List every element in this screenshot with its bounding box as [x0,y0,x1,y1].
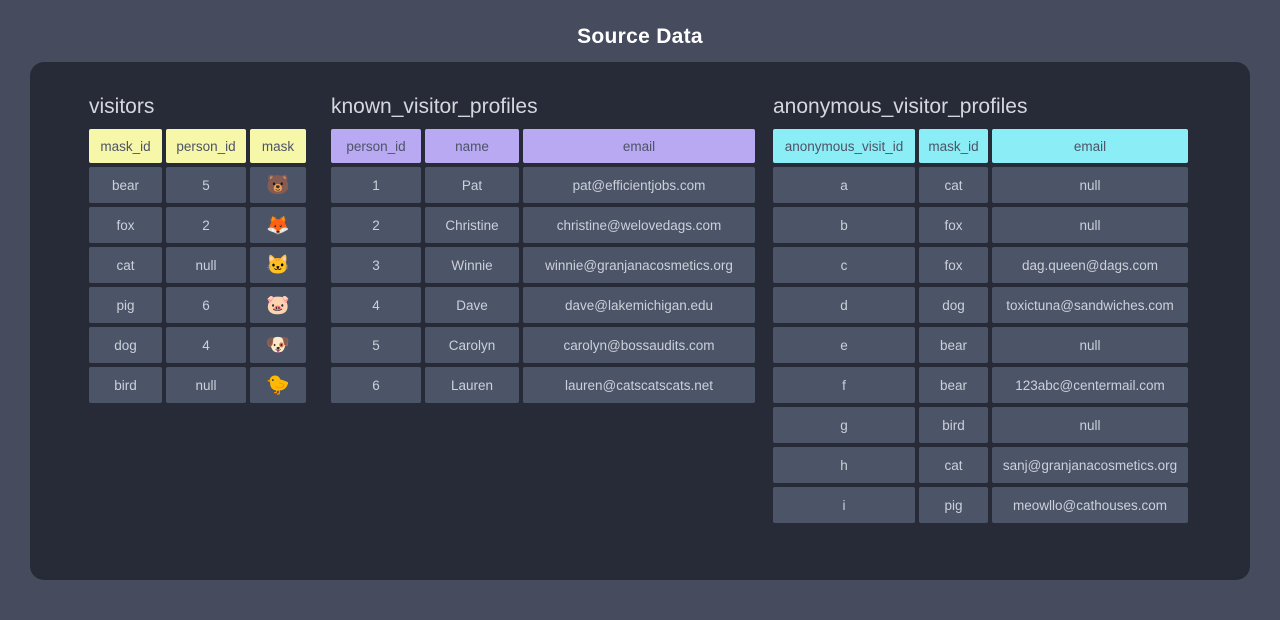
column-header-person_id: person_id [166,129,246,163]
table-cell: Christine [425,207,519,243]
page-title: Source Data [0,25,1280,49]
column-header-email: email [992,129,1188,163]
table-cell: bear [919,367,988,403]
table-cell: f [773,367,915,403]
table-cell: Carolyn [425,327,519,363]
column-header-mask: mask [250,129,306,163]
table-cell: d [773,287,915,323]
table-cell: h [773,447,915,483]
table-cell: a [773,167,915,203]
table-cell: pig [89,287,162,323]
table-cell: 🐻 [250,167,306,203]
table-cell: bird [919,407,988,443]
table-cell: lauren@catscatscats.net [523,367,755,403]
table-cell: meowllo@cathouses.com [992,487,1188,523]
table-cell: null [992,327,1188,363]
table-cell: carolyn@bossaudits.com [523,327,755,363]
table-cell: christine@welovedags.com [523,207,755,243]
table-cell: fox [919,207,988,243]
table-cell: sanj@granjanacosmetics.org [992,447,1188,483]
table-cell: dog [89,327,162,363]
table-cell: c [773,247,915,283]
table-cell: 4 [166,327,246,363]
table-cell: 6 [331,367,421,403]
table-cell: bear [919,327,988,363]
table-cell: 🐱 [250,247,306,283]
table-cell: pat@efficientjobs.com [523,167,755,203]
table-cell: null [992,167,1188,203]
table-cell: Lauren [425,367,519,403]
table-cell: cat [919,167,988,203]
table-cell: bear [89,167,162,203]
table-cell: 5 [166,167,246,203]
table-cell: cat [919,447,988,483]
table-cell: 🐶 [250,327,306,363]
table-cell: dag.queen@dags.com [992,247,1188,283]
column-header-mask_id: mask_id [919,129,988,163]
table-cell: null [166,367,246,403]
table-cell: i [773,487,915,523]
source-data-panel: visitors mask_idperson_idmaskbear5🐻fox2🦊… [30,62,1250,580]
table-cell: toxictuna@sandwiches.com [992,287,1188,323]
table-cell: bird [89,367,162,403]
table-cell: winnie@granjanacosmetics.org [523,247,755,283]
table-cell: 🦊 [250,207,306,243]
table-title: known_visitor_profiles [331,94,755,120]
table-cell: 1 [331,167,421,203]
table-cell: null [992,207,1188,243]
table-visitors: visitors mask_idperson_idmask bear5🐻 fox2🦊… [89,94,306,403]
table-cell: 🐷 [250,287,306,323]
table-known-visitor-profiles: known_visitor_profiles person_idnameemai… [331,94,755,403]
table-anonymous-visitor-profiles: anonymous_visitor_profiles anonymous_vis… [773,94,1188,523]
table-cell: 3 [331,247,421,283]
column-header-name: name [425,129,519,163]
column-header-email: email [523,129,755,163]
table-cell: null [992,407,1188,443]
table-cell: 2 [331,207,421,243]
table-cell: 🐤 [250,367,306,403]
column-header-mask_id: mask_id [89,129,162,163]
table-cell: Dave [425,287,519,323]
table-cell: b [773,207,915,243]
table-cell: fox [919,247,988,283]
table-cell: 4 [331,287,421,323]
table-cell: 123abc@centermail.com [992,367,1188,403]
table-title: visitors [89,94,306,120]
column-header-person_id: person_id [331,129,421,163]
table-cell: 6 [166,287,246,323]
table-cell: Winnie [425,247,519,283]
table-grid: anonymous_visit_idmask_idemailacatnullbf… [773,129,1188,523]
table-cell: fox [89,207,162,243]
table-cell: 5 [331,327,421,363]
table-cell: Pat [425,167,519,203]
table-grid: mask_idperson_idmaskbear5🐻fox2🦊catnull🐱p… [89,129,306,403]
table-cell: 2 [166,207,246,243]
table-grid: person_idnameemail 1Patpat@efficientjobs.… [331,129,755,403]
table-cell: dog [919,287,988,323]
table-cell: e [773,327,915,363]
table-cell: g [773,407,915,443]
table-cell: null [166,247,246,283]
table-cell: pig [919,487,988,523]
column-header-anonymous_visit_id: anonymous_visit_id [773,129,915,163]
table-cell: cat [89,247,162,283]
table-cell: dave@lakemichigan.edu [523,287,755,323]
table-title: anonymous_visitor_profiles [773,94,1188,120]
